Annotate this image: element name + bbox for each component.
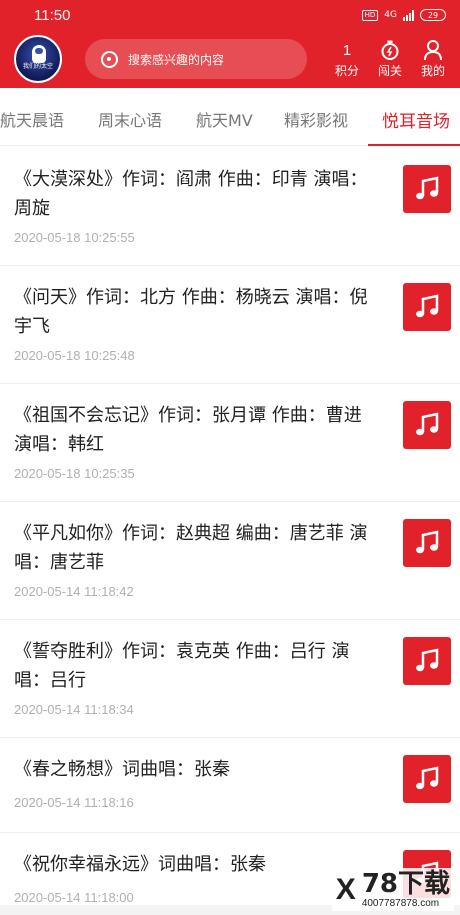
- search-placeholder: 搜索感兴趣的内容: [128, 52, 225, 67]
- music-note-icon[interactable]: [403, 637, 451, 685]
- item-date: 2020-05-14 11:18:42: [14, 584, 134, 599]
- watermark: X 78下载 4007787878.com: [331, 868, 454, 911]
- item-date: 2020-05-18 10:25:35: [14, 466, 135, 481]
- divider: [0, 383, 460, 384]
- active-tab-indicator: [368, 144, 460, 146]
- stopwatch-icon: [379, 39, 401, 61]
- music-note-icon[interactable]: [403, 283, 451, 331]
- status-time: 11:50: [34, 6, 71, 24]
- search-input[interactable]: 搜索感兴趣的内容: [85, 39, 307, 79]
- points-button[interactable]: 1 积分: [332, 39, 362, 79]
- avatar-caption: 我们的太空: [22, 63, 53, 70]
- tab-mv[interactable]: 航天MV: [196, 107, 253, 131]
- item-title: 《祖国不会忘记》作词：张月谭 作曲：曹进 演唱：韩红: [14, 405, 362, 455]
- item-date: 2020-05-14 11:18:00: [14, 890, 134, 905]
- item-date: 2020-05-14 11:18:34: [14, 702, 134, 717]
- network-type: 4G: [384, 10, 397, 20]
- challenge-label: 闯关: [377, 64, 402, 78]
- watermark-logo-icon: X: [335, 872, 356, 906]
- music-note-icon[interactable]: [403, 165, 451, 213]
- divider: [0, 501, 460, 502]
- search-icon: [101, 50, 118, 68]
- tab-weekend[interactable]: 周末心语: [98, 107, 162, 131]
- avatar[interactable]: 我们的太空: [14, 35, 62, 83]
- mine-button[interactable]: 我的: [418, 39, 448, 79]
- status-icons: HD 4G 29: [361, 9, 446, 21]
- item-date: 2020-05-18 10:25:48: [14, 348, 135, 363]
- tab-movies[interactable]: 精彩影视: [284, 107, 348, 131]
- item-title: 《大漠深处》作词：阎肃 作曲：印青 演唱：周旋: [14, 169, 368, 219]
- divider: [0, 737, 460, 738]
- divider: [0, 265, 460, 266]
- signal-icon: [403, 9, 414, 21]
- item-date: 2020-05-14 11:18:16: [14, 795, 134, 810]
- music-note-icon[interactable]: [403, 401, 451, 449]
- music-note-icon[interactable]: [403, 755, 451, 803]
- status-bar: 11:50 HD 4G 29: [0, 0, 460, 30]
- user-icon: [422, 39, 444, 61]
- app-header: 我们的太空 搜索感兴趣的内容 1 积分 闯关 我的: [0, 30, 460, 88]
- divider: [0, 832, 460, 833]
- watermark-url: 4007787878.com: [361, 898, 440, 909]
- points-label: 积分: [334, 64, 359, 78]
- music-note-icon[interactable]: [403, 519, 451, 567]
- tab-music[interactable]: 悦耳音场: [382, 107, 450, 132]
- hd-icon: HD: [361, 9, 379, 21]
- watermark-logo: 78下载: [361, 869, 450, 899]
- battery-icon: 29: [420, 9, 446, 21]
- challenge-button[interactable]: 闯关: [375, 39, 405, 79]
- item-title: 《问天》作词：北方 作曲：杨晓云 演唱：倪宇飞: [14, 287, 368, 337]
- mine-label: 我的: [420, 64, 445, 78]
- item-title: 《誓夺胜利》作词：袁克英 作曲：吕行 演唱：吕行: [14, 641, 350, 691]
- category-tabs: 航天晨语 周末心语 航天MV 精彩影视 悦耳音场: [0, 88, 460, 146]
- points-value: 1: [342, 41, 352, 59]
- item-date: 2020-05-18 10:25:55: [14, 230, 135, 245]
- item-title: 《祝你幸福永远》词曲唱：张秦: [14, 854, 266, 875]
- tab-morning[interactable]: 航天晨语: [0, 107, 64, 131]
- item-title: 《平凡如你》作词：赵典超 编曲：唐艺菲 演唱：唐艺菲: [14, 523, 368, 573]
- item-title: 《春之畅想》词曲唱：张秦: [14, 759, 230, 780]
- divider: [0, 619, 460, 620]
